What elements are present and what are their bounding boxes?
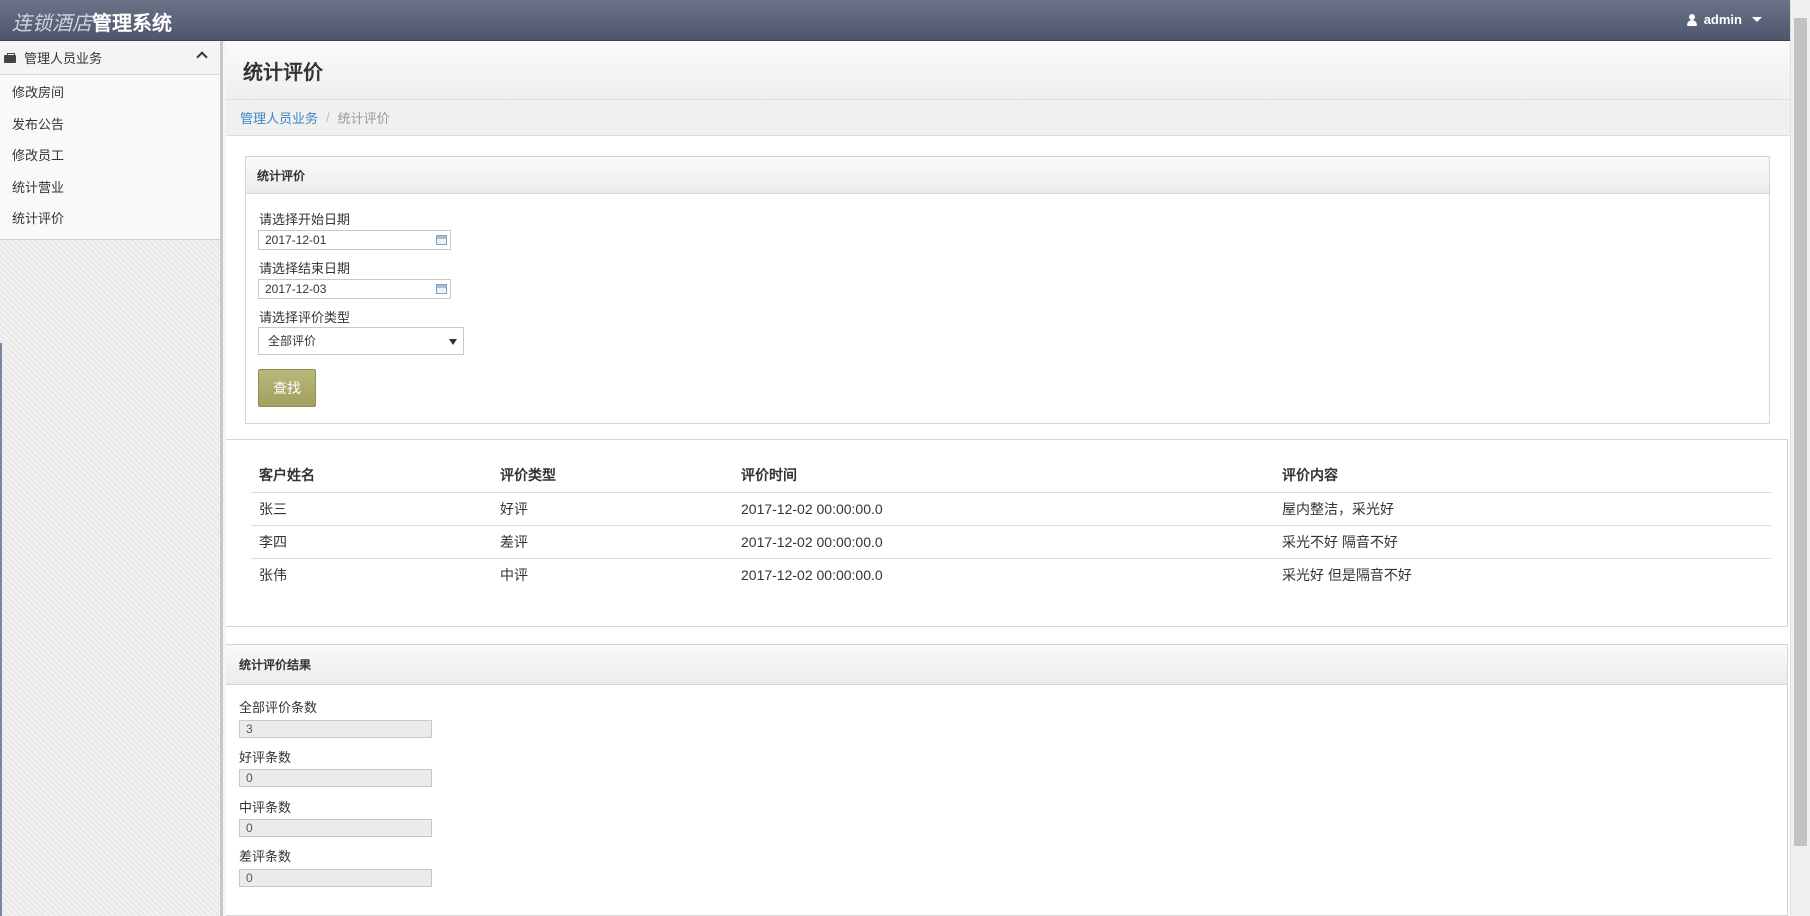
breadcrumb-separator: / xyxy=(326,110,330,125)
table-row: 张三 好评 2017-12-02 00:00:00.0 屋内整洁，采光好 xyxy=(251,492,1771,526)
cell-content: 采光不好 隔音不好 xyxy=(1274,525,1771,559)
breadcrumb: 管理人员业务 / 统计评价 xyxy=(226,100,1790,136)
results-panel-heading: 统计评价结果 xyxy=(226,645,1787,685)
cell-customer: 李四 xyxy=(251,525,492,559)
table-row: 张伟 中评 2017-12-02 00:00:00.0 采光好 但是隔音不好 xyxy=(251,558,1771,591)
main-content: 统计评价 管理人员业务 / 统计评价 统计评价 请选择开始日期 2017-12-… xyxy=(226,41,1790,916)
page-scrollbar[interactable] xyxy=(1790,0,1810,916)
cell-content: 采光好 但是隔音不好 xyxy=(1282,566,1412,583)
start-date-input[interactable]: 2017-12-01 xyxy=(258,230,451,250)
sidebar-item-business-stats[interactable]: 统计营业 xyxy=(0,172,220,204)
brand-italic-text: 连锁酒店 xyxy=(12,11,92,35)
search-panel-heading: 统计评价 xyxy=(246,157,1769,194)
good-count-field: 0 xyxy=(239,769,432,787)
cell-time: 2017-12-02 00:00:00.0 xyxy=(733,525,1274,559)
review-type-value: 全部评价 xyxy=(268,334,317,348)
search-button[interactable]: 查找 xyxy=(258,369,316,407)
sidebar-item-publish-notice[interactable]: 发布公告 xyxy=(0,109,220,141)
end-date-label: 请选择结束日期 xyxy=(259,261,351,276)
sidebar-item-edit-staff[interactable]: 修改员工 xyxy=(0,140,220,172)
cell-type: 好评 xyxy=(492,492,733,526)
review-type-label: 请选择评价类型 xyxy=(259,310,351,325)
start-date-label: 请选择开始日期 xyxy=(259,212,351,227)
end-date-value: 2017-12-03 xyxy=(265,282,327,296)
briefcase-icon xyxy=(4,52,16,63)
sidebar-section-toggle[interactable]: 管理人员业务 xyxy=(0,41,220,75)
cell-type: 中评 xyxy=(500,566,528,583)
search-panel: 统计评价 请选择开始日期 2017-12-01 请选择结束日期 2017-12-… xyxy=(245,156,1770,424)
top-navbar: 连锁酒店管理系统 admin xyxy=(0,0,1810,41)
scrollbar-thumb[interactable] xyxy=(1794,18,1807,846)
brand-bold-text: 管理系统 xyxy=(92,11,172,35)
neutral-count-field: 0 xyxy=(239,819,432,837)
results-panel: 统计评价结果 全部评价条数 3 好评条数 0 中评条数 0 差评条数 0 xyxy=(226,644,1788,916)
sidebar-item-edit-room[interactable]: 修改房间 xyxy=(0,77,220,109)
total-count-field: 3 xyxy=(239,720,432,738)
column-header-customer: 客户姓名 xyxy=(251,458,492,493)
table-header-row: 客户姓名 评价类型 评价时间 评价内容 xyxy=(251,458,1771,493)
user-name: admin xyxy=(1703,12,1742,27)
caret-down-icon xyxy=(1752,17,1762,22)
total-count-label: 全部评价条数 xyxy=(239,700,318,715)
cell-type: 差评 xyxy=(492,525,733,559)
breadcrumb-current: 统计评价 xyxy=(337,111,390,126)
reviews-table: 客户姓名 评价类型 评价时间 评价内容 张三 好评 2017-12-02 00:… xyxy=(251,458,1771,591)
start-date-value: 2017-12-01 xyxy=(265,233,327,247)
end-date-input[interactable]: 2017-12-03 xyxy=(258,279,451,299)
bad-count-field: 0 xyxy=(239,869,432,887)
calendar-icon[interactable] xyxy=(436,284,447,294)
cell-customer: 张伟 xyxy=(259,566,287,583)
breadcrumb-parent-link[interactable]: 管理人员业务 xyxy=(240,108,318,127)
review-type-select[interactable]: 全部评价 xyxy=(258,327,464,355)
cell-time: 2017-12-02 00:00:00.0 xyxy=(741,566,883,583)
app-brand[interactable]: 连锁酒店管理系统 xyxy=(12,7,172,36)
page-header: 统计评价 xyxy=(226,41,1790,100)
calendar-icon[interactable] xyxy=(436,235,447,245)
cell-content: 屋内整洁，采光好 xyxy=(1274,492,1771,526)
sidebar-edge-line xyxy=(0,343,2,916)
table-row: 李四 差评 2017-12-02 00:00:00.0 采光不好 隔音不好 xyxy=(251,525,1771,559)
cell-time: 2017-12-02 00:00:00.0 xyxy=(733,492,1274,526)
user-icon xyxy=(1686,13,1698,26)
column-header-type: 评价类型 xyxy=(492,458,733,493)
select-arrow-icon xyxy=(449,339,457,345)
bad-count-label: 差评条数 xyxy=(239,849,292,864)
neutral-count-label: 中评条数 xyxy=(239,800,292,815)
sidebar: 管理人员业务 修改房间 发布公告 修改员工 统计营业 统计评价 xyxy=(0,41,223,916)
good-count-label: 好评条数 xyxy=(239,750,292,765)
sidebar-section-label: 管理人员业务 xyxy=(24,51,103,66)
page-title: 统计评价 xyxy=(243,61,323,84)
reviews-table-panel: 客户姓名 评价类型 评价时间 评价内容 张三 好评 2017-12-02 00:… xyxy=(226,439,1788,627)
column-header-content: 评价内容 xyxy=(1274,458,1771,493)
user-menu-dropdown[interactable]: admin xyxy=(1686,12,1762,27)
cell-customer: 张三 xyxy=(251,492,492,526)
sidebar-item-review-stats[interactable]: 统计评价 xyxy=(0,203,220,235)
sidebar-menu: 修改房间 发布公告 修改员工 统计营业 统计评价 xyxy=(0,75,220,240)
column-header-time: 评价时间 xyxy=(733,458,1274,493)
chevron-up-icon xyxy=(196,51,208,63)
